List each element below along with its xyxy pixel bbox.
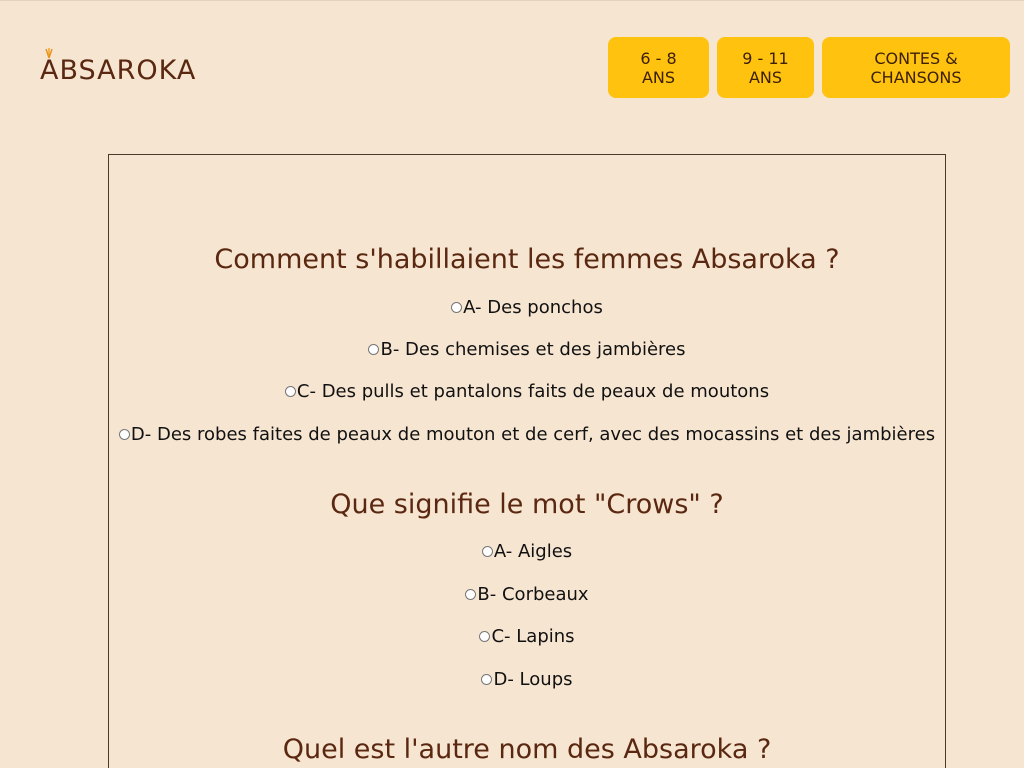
radio-button[interactable] xyxy=(368,343,380,355)
answer-option[interactable]: D- Des robes faites de peaux de mouton e… xyxy=(109,422,945,446)
answer-label: D- Loups xyxy=(493,668,573,690)
answer-label: D- Des robes faites de peaux de mouton e… xyxy=(130,423,936,445)
answer-option[interactable]: B- Des chemises et des jambières xyxy=(109,337,945,361)
feather-icon xyxy=(45,48,53,58)
question-title: Comment s'habillaient les femmes Absarok… xyxy=(214,244,840,275)
nav-button-6-8-ans[interactable]: 6 - 8 ans xyxy=(608,37,709,98)
question-title: Quel est l'autre nom des Absaroka ? xyxy=(282,734,772,765)
answer-option[interactable]: C- Lapins xyxy=(109,624,945,648)
radio-button[interactable] xyxy=(481,545,493,557)
answer-option[interactable]: A- Aigles xyxy=(109,539,945,563)
main-nav: 6 - 8 ans 9 - 11 ans Contes & Chansons xyxy=(608,37,1010,98)
answer-option[interactable]: A- Des ponchos xyxy=(109,295,945,319)
quiz-panel: Comment s'habillaient les femmes Absarok… xyxy=(108,154,946,768)
radio-button[interactable] xyxy=(465,588,477,600)
nav-button-contes-chansons[interactable]: Contes & Chansons xyxy=(822,37,1010,98)
nav-button-9-11-ans[interactable]: 9 - 11 ans xyxy=(717,37,814,98)
answer-label: C- Des pulls et pantalons faits de peaux… xyxy=(296,380,770,402)
answer-option[interactable]: B- Corbeaux xyxy=(109,582,945,606)
radio-button[interactable] xyxy=(451,301,463,313)
answer-label: A- Aigles xyxy=(493,540,573,562)
question-title: Que signifie le mot "Crows" ? xyxy=(330,489,724,520)
answer-label: B- Des chemises et des jambières xyxy=(380,338,686,360)
answer-label: C- Lapins xyxy=(491,625,575,647)
radio-button[interactable] xyxy=(118,428,130,440)
radio-button[interactable] xyxy=(479,630,491,642)
radio-button[interactable] xyxy=(284,385,296,397)
logo-text: BSAROKA xyxy=(59,55,197,86)
radio-button[interactable] xyxy=(481,673,493,685)
page: A BSAROKA 6 - 8 ans 9 - 11 ans Contes & … xyxy=(0,0,1024,768)
answer-option[interactable]: D- Loups xyxy=(109,667,945,691)
answer-option[interactable]: C- Des pulls et pantalons faits de peaux… xyxy=(109,379,945,403)
answer-label: B- Corbeaux xyxy=(477,583,589,605)
logo-initial: A xyxy=(40,48,59,86)
answer-label: A- Des ponchos xyxy=(463,296,603,318)
site-logo[interactable]: A BSAROKA xyxy=(40,48,197,86)
